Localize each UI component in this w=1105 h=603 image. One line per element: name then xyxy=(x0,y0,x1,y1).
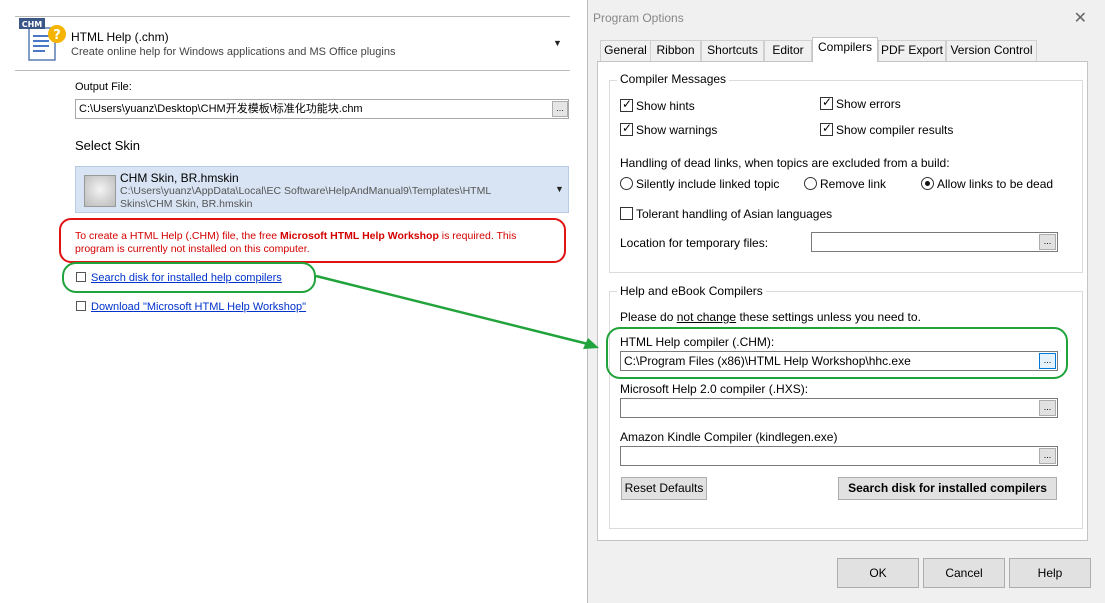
annotation-arrow-icon xyxy=(315,274,599,349)
tab-compilers[interactable]: Compilers xyxy=(812,37,878,62)
